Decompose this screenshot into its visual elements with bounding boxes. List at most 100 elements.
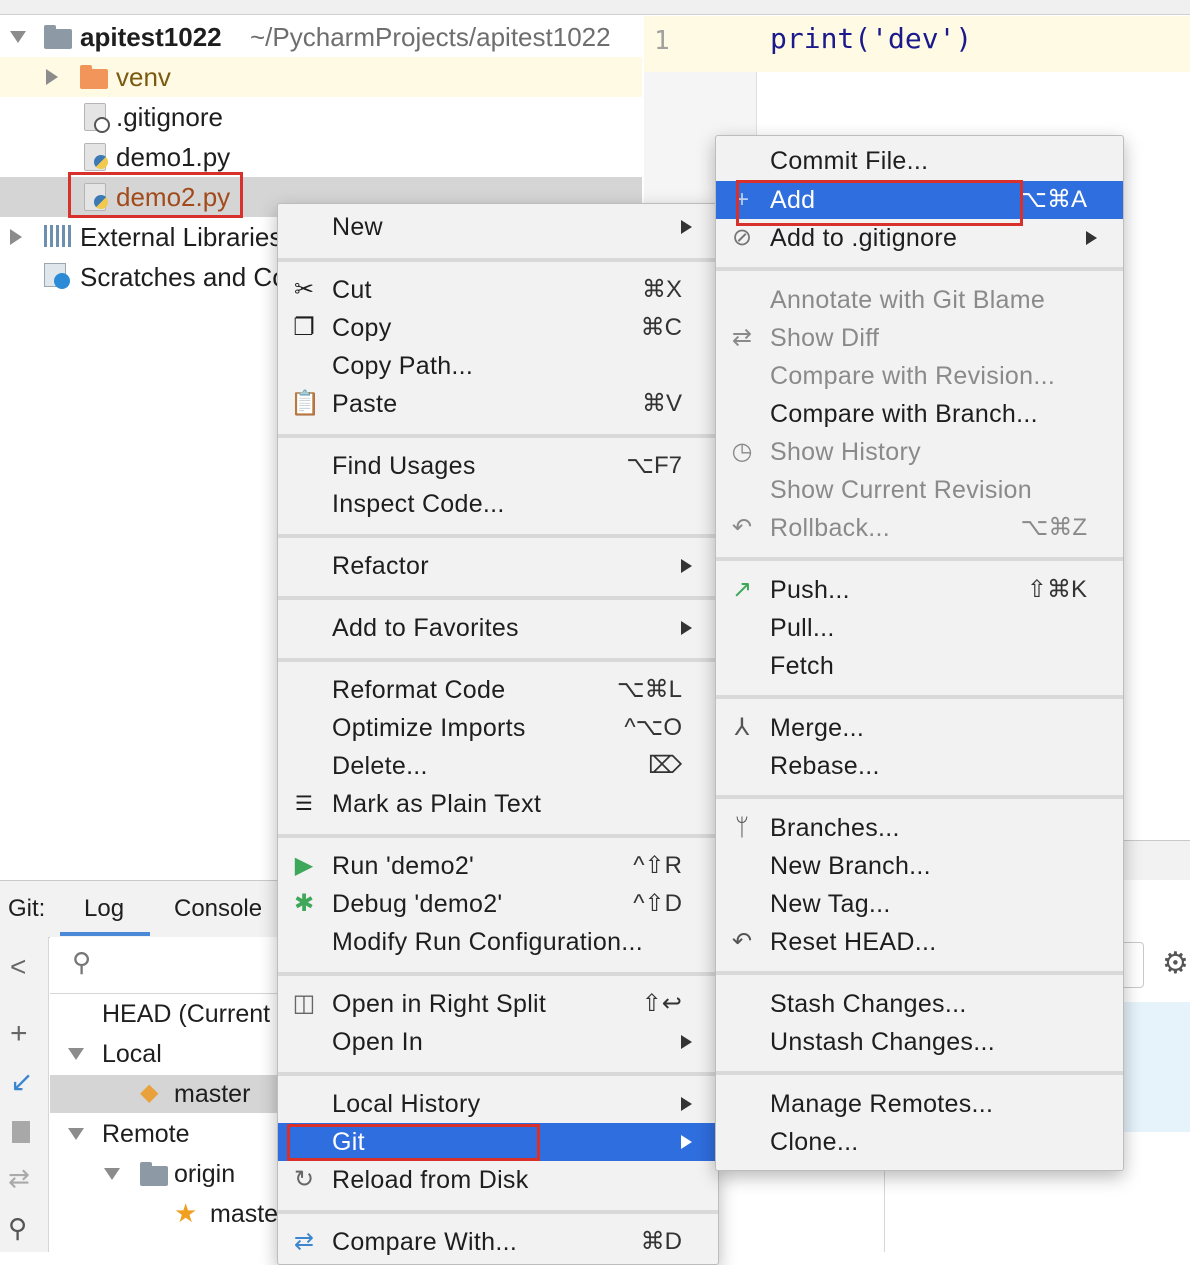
gear-icon[interactable]: ⚙ xyxy=(1162,946,1189,981)
menu-item-shortcut: ⌘C xyxy=(640,314,682,341)
menu-item-mark-plain-text[interactable]: ☰ Mark as Plain Text xyxy=(278,785,718,823)
menu-item-compare-branch[interactable]: Compare with Branch... xyxy=(716,395,1123,433)
menu-item-push[interactable]: ↗ Push... ⇧⌘K xyxy=(716,571,1123,609)
back-icon[interactable]: < xyxy=(10,951,26,983)
menu-item-pull[interactable]: Pull... xyxy=(716,609,1123,647)
menu-item-refactor[interactable]: Refactor xyxy=(278,547,718,585)
fetch-icon[interactable]: ↙ xyxy=(10,1065,33,1098)
menu-item-local-history[interactable]: Local History xyxy=(278,1085,718,1123)
ignore-badge-icon xyxy=(94,117,110,133)
branch-search[interactable]: ⚲ xyxy=(50,937,290,994)
git-panel-title: Git: xyxy=(8,895,46,922)
menu-item-cut[interactable]: ✂ Cut ⌘X xyxy=(278,271,718,309)
menu-item-git[interactable]: Git xyxy=(278,1123,718,1161)
menu-item-new-branch[interactable]: New Branch... xyxy=(716,847,1123,885)
menu-item-commit-file[interactable]: Commit File... xyxy=(716,142,1123,180)
python-icon xyxy=(94,155,108,169)
chevron-down-icon[interactable] xyxy=(10,31,26,43)
menu-item-run[interactable]: ▶ Run 'demo2' ^⇧R xyxy=(278,847,718,885)
tree-item-label: venv xyxy=(116,62,171,92)
menu-item-add-to-favorites[interactable]: Add to Favorites xyxy=(278,609,718,647)
menu-item-rebase[interactable]: Rebase... xyxy=(716,747,1123,785)
chevron-right-icon[interactable] xyxy=(46,69,58,85)
menu-item-label: New xyxy=(332,213,383,241)
menu-item-add-to-gitignore[interactable]: ⊘ Add to .gitignore xyxy=(716,219,1123,257)
menu-separator xyxy=(716,1071,1123,1075)
tree-item-demo1[interactable]: demo1.py xyxy=(0,137,642,177)
branch-local-master[interactable]: master xyxy=(174,1080,250,1109)
menu-item-open-right-split[interactable]: ◫ Open in Right Split ⇧↩ xyxy=(278,985,718,1023)
chevron-down-icon[interactable] xyxy=(104,1168,120,1180)
submenu-arrow-icon xyxy=(681,559,692,573)
tree-item-venv[interactable]: venv xyxy=(0,57,642,97)
menu-separator xyxy=(278,658,718,662)
menu-item-delete[interactable]: Delete... ⌦ xyxy=(278,747,718,785)
menu-item-merge[interactable]: ⅄ Merge... xyxy=(716,709,1123,747)
menu-item-show-history[interactable]: ◷ Show History xyxy=(716,433,1123,471)
menu-item-paste[interactable]: 📋 Paste ⌘V xyxy=(278,385,718,423)
chevron-right-icon[interactable] xyxy=(10,229,22,245)
menu-item-shortcut: ^⇧D xyxy=(633,890,682,917)
menu-item-debug[interactable]: ✱ Debug 'demo2' ^⇧D xyxy=(278,885,718,923)
menu-item-annotate[interactable]: Annotate with Git Blame xyxy=(716,281,1123,319)
menu-item-find-usages[interactable]: Find Usages ⌥F7 xyxy=(278,447,718,485)
menu-item-rollback[interactable]: ↶ Rollback... ⌥⌘Z xyxy=(716,509,1123,547)
branch-remote-origin[interactable]: origin xyxy=(174,1160,235,1189)
search-icon: ⚲ xyxy=(72,947,92,977)
menu-item-unstash[interactable]: Unstash Changes... xyxy=(716,1023,1123,1061)
add-icon[interactable]: + xyxy=(10,1017,28,1051)
chevron-down-icon[interactable] xyxy=(68,1048,84,1060)
menu-item-fetch[interactable]: Fetch xyxy=(716,647,1123,685)
menu-item-modify-run-config[interactable]: Modify Run Configuration... xyxy=(278,923,718,961)
reload-icon: ↻ xyxy=(293,1166,315,1193)
plus-icon: + xyxy=(734,186,749,213)
menu-item-label: Show Diff xyxy=(770,324,880,352)
menu-item-label: Branches... xyxy=(770,814,900,842)
menu-item-copy-path[interactable]: Copy Path... xyxy=(278,347,718,385)
menu-item-label: Compare with Revision... xyxy=(770,362,1056,390)
menu-item-add[interactable]: + Add ⌥⌘A xyxy=(716,181,1123,219)
menu-item-label: Refactor xyxy=(332,552,429,580)
tab-log[interactable]: Log xyxy=(84,895,124,923)
menu-item-inspect-code[interactable]: Inspect Code... xyxy=(278,485,718,523)
menu-item-label: Inspect Code... xyxy=(332,490,505,518)
menu-item-label: Compare With... xyxy=(332,1228,518,1256)
menu-item-manage-remotes[interactable]: Manage Remotes... xyxy=(716,1085,1123,1123)
menu-item-open-in[interactable]: Open In xyxy=(278,1023,718,1061)
menu-item-label: Rebase... xyxy=(770,752,880,780)
menu-item-compare-revision[interactable]: Compare with Revision... xyxy=(716,357,1123,395)
menu-item-reset-head[interactable]: ↶ Reset HEAD... xyxy=(716,923,1123,961)
project-root-name: apitest1022 xyxy=(80,22,222,52)
chevron-down-icon[interactable] xyxy=(68,1128,84,1140)
compare-icon[interactable]: ⇄ xyxy=(8,1163,30,1194)
menu-item-show-diff[interactable]: ⇄ Show Diff xyxy=(716,319,1123,357)
menu-separator xyxy=(716,795,1123,799)
menu-item-label: Manage Remotes... xyxy=(770,1090,994,1118)
tree-item-gitignore[interactable]: .gitignore xyxy=(0,97,642,137)
branch-origin-master[interactable]: master xyxy=(210,1200,286,1229)
branch-group-remote[interactable]: Remote xyxy=(102,1120,190,1149)
menu-item-compare-with[interactable]: ⇄ Compare With... ⌘D xyxy=(278,1223,718,1261)
branch-row-selected[interactable] xyxy=(50,1075,290,1113)
menu-item-reload-from-disk[interactable]: ↻ Reload from Disk xyxy=(278,1161,718,1199)
menu-item-label: Run 'demo2' xyxy=(332,852,475,880)
tree-item-label: External Libraries xyxy=(80,222,283,252)
tab-active-indicator xyxy=(60,932,150,936)
menu-item-clone[interactable]: Clone... xyxy=(716,1123,1123,1161)
search-icon[interactable]: ⚲ xyxy=(8,1213,27,1244)
menu-item-show-current-revision[interactable]: Show Current Revision xyxy=(716,471,1123,509)
branch-group-local[interactable]: Local xyxy=(102,1040,162,1069)
menu-item-label: Paste xyxy=(332,390,398,418)
delete-icon[interactable] xyxy=(12,1121,30,1143)
tree-root[interactable]: apitest1022 ~/PycharmProjects/apitest102… xyxy=(0,17,642,57)
menu-item-optimize-imports[interactable]: Optimize Imports ^⌥O xyxy=(278,709,718,747)
code-line[interactable]: print('dev') xyxy=(770,22,972,55)
menu-item-stash[interactable]: Stash Changes... xyxy=(716,985,1123,1023)
menu-item-new[interactable]: New xyxy=(278,208,718,246)
tab-console[interactable]: Console xyxy=(174,895,262,923)
menu-item-branches[interactable]: ᛘ Branches... xyxy=(716,809,1123,847)
menu-item-new-tag[interactable]: New Tag... xyxy=(716,885,1123,923)
menu-item-reformat-code[interactable]: Reformat Code ⌥⌘L xyxy=(278,671,718,709)
menu-item-copy[interactable]: ❐ Copy ⌘C xyxy=(278,309,718,347)
editor-tab-bar[interactable] xyxy=(642,0,1190,15)
